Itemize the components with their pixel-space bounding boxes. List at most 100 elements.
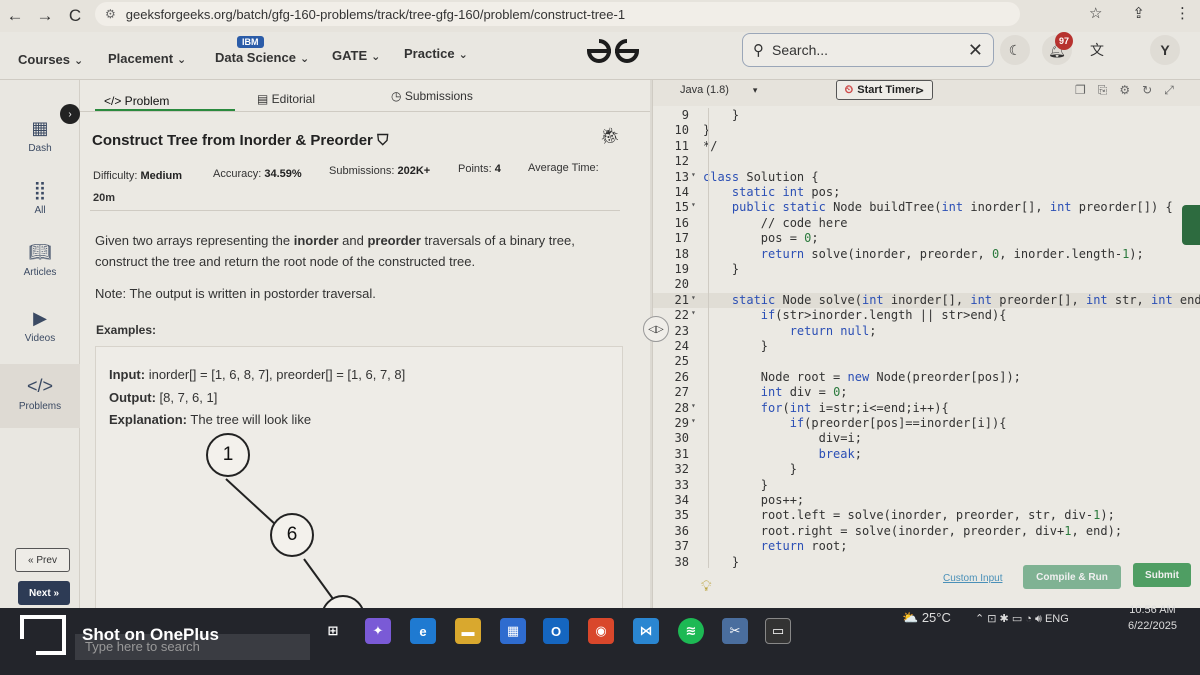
code-line[interactable]: 19 }: [653, 262, 1200, 277]
close-icon[interactable]: ✕: [968, 40, 983, 61]
line-number: 10: [674, 123, 689, 138]
code-line[interactable]: 32 }: [653, 462, 1200, 477]
code-line[interactable]: 20: [653, 277, 1200, 292]
file-explorer-icon[interactable]: ▬: [455, 618, 481, 644]
code-line[interactable]: 29 ▾ if(preorder[pos]==inorder[i]){: [653, 416, 1200, 431]
code-line[interactable]: 16 // code here: [653, 216, 1200, 231]
settings-icon[interactable]: ⚙: [1119, 83, 1130, 98]
fold-toggle-icon[interactable]: ▾: [691, 170, 701, 179]
code-area[interactable]: 9 } 10} 11 */12 13 ▾ class Solution {14 static…: [653, 108, 1200, 569]
search-input[interactable]: ⚲ Search... ✕: [742, 33, 994, 67]
sidebar-item-all[interactable]: ⣿ All: [0, 180, 80, 216]
avatar[interactable]: Y: [1150, 35, 1180, 65]
code-line[interactable]: 34 pos++;: [653, 493, 1200, 508]
code-line[interactable]: 13 ▾ class Solution {: [653, 170, 1200, 185]
outlook-icon[interactable]: O: [543, 618, 569, 644]
code-line[interactable]: 17 pos = 0;: [653, 231, 1200, 246]
bookmark-star-icon[interactable]: ☆: [1089, 4, 1102, 22]
fold-toggle-icon[interactable]: ▾: [691, 293, 701, 302]
fold-toggle-icon[interactable]: ▾: [691, 416, 701, 425]
code-line[interactable]: 30 div=i;: [653, 431, 1200, 446]
code-line[interactable]: 28 ▾ for(int i=str;i<=end;i++){: [653, 401, 1200, 416]
dark-mode-toggle[interactable]: ☾: [1000, 35, 1030, 65]
submit-button[interactable]: Submit: [1133, 563, 1191, 587]
vscode-icon[interactable]: ⋈: [633, 618, 659, 644]
terminal-icon[interactable]: ▭: [765, 618, 791, 644]
sidebar-item-videos[interactable]: ▶ Videos: [0, 308, 80, 344]
menu-practice[interactable]: Practice ⌄: [404, 46, 468, 61]
code-line[interactable]: 11 */: [653, 139, 1200, 154]
translate-button[interactable]: 文: [1082, 35, 1112, 65]
code-line[interactable]: 15 ▾ public static Node buildTree(int ino…: [653, 200, 1200, 215]
weather-widget[interactable]: ⛅ 25°C: [902, 610, 951, 626]
tab-problem[interactable]: </> Problem: [104, 94, 169, 108]
bug-report-icon[interactable]: 🐞︎: [600, 126, 620, 146]
code-line[interactable]: 18 return solve(inorder, preorder, 0, in…: [653, 247, 1200, 262]
reset-icon[interactable]: ↻: [1142, 83, 1152, 98]
lightbulb-icon[interactable]: 💡︎: [701, 578, 712, 595]
tab-submissions[interactable]: ◷ Submissions: [391, 89, 473, 103]
copilot-icon[interactable]: ✦: [365, 618, 391, 644]
code-line[interactable]: 31 break;: [653, 447, 1200, 462]
site-info-icon[interactable]: ⚙: [105, 7, 116, 21]
code-line[interactable]: 22 ▾ if(str>inorder.length || str>end){: [653, 308, 1200, 323]
custom-input-link[interactable]: Custom Input: [943, 573, 1002, 584]
chrome-icon[interactable]: ◉: [588, 618, 614, 644]
spotify-icon[interactable]: ≋: [678, 618, 704, 644]
code-line[interactable]: 23 return null;: [653, 324, 1200, 339]
language-select[interactable]: Java (1.8) ▾: [680, 84, 757, 96]
collapse-sidebar-button[interactable]: ›: [60, 104, 80, 124]
system-tray[interactable]: ⌃ ⊡ ✱ ▭ ◔ 🔊︎ ENG: [975, 612, 1069, 626]
code-line[interactable]: 25: [653, 354, 1200, 369]
edge-browser-icon[interactable]: e: [410, 618, 436, 644]
start-timer-button[interactable]: ⏲ Start Timer ⊳: [836, 80, 933, 100]
code-line[interactable]: 14 static int pos;: [653, 185, 1200, 200]
code-line[interactable]: 26 Node root = new Node(preorder[pos]);: [653, 370, 1200, 385]
store-icon[interactable]: ▦: [500, 618, 526, 644]
back-icon[interactable]: ←: [0, 6, 30, 26]
gfg-logo[interactable]: [585, 37, 641, 73]
code-line[interactable]: 10}: [653, 123, 1200, 138]
url-text: geeksforgeeks.org/batch/gfg-160-problems…: [125, 6, 626, 22]
copy-icon[interactable]: ❐: [1075, 83, 1086, 98]
code-line[interactable]: 24 }: [653, 339, 1200, 354]
side-feedback-tab[interactable]: [1182, 205, 1200, 245]
menu-gate[interactable]: GATE ⌄: [332, 48, 380, 63]
sidebar-item-problems[interactable]: </> Problems: [0, 364, 80, 428]
code-line[interactable]: 35 root.left = solve(inorder, preorder, …: [653, 508, 1200, 523]
forward-icon[interactable]: →: [30, 6, 60, 26]
tab-editorial[interactable]: ▤ Editorial: [257, 92, 315, 106]
extensions-icon[interactable]: ⇪: [1132, 4, 1145, 22]
more-icon[interactable]: ⋮: [1175, 4, 1190, 22]
next-button[interactable]: Next »: [18, 581, 70, 605]
compile-run-button[interactable]: Compile & Run: [1023, 565, 1121, 589]
menu-courses[interactable]: Courses ⌄: [18, 52, 83, 67]
code-line[interactable]: 9 }: [653, 108, 1200, 123]
task-view-icon[interactable]: ⊞: [320, 618, 346, 644]
fold-toggle-icon[interactable]: ▾: [691, 200, 701, 209]
address-bar[interactable]: ⚙ geeksforgeeks.org/batch/gfg-160-proble…: [95, 2, 1020, 26]
prev-button[interactable]: « Prev: [15, 548, 70, 572]
code-line[interactable]: 21 ▾ static Node solve(int inorder[], int…: [653, 292, 1200, 309]
pane-splitter-handle[interactable]: ◁▷: [643, 316, 669, 342]
code-line[interactable]: 37 return root;: [653, 539, 1200, 554]
line-number: 31: [674, 446, 689, 461]
snipping-tool-icon[interactable]: ✂: [722, 618, 748, 644]
file-icon[interactable]: ⎘: [1098, 83, 1108, 98]
system-clock[interactable]: 10:56 AM 6/22/2025: [1128, 602, 1177, 634]
fold-toggle-icon[interactable]: ▾: [691, 308, 701, 317]
problem-tabs: </> Problem ▤ Editorial ◷ Submissions: [80, 80, 650, 112]
difficulty-value: Medium: [140, 170, 183, 182]
menu-data-science[interactable]: Data Science ⌄: [215, 50, 309, 65]
code-line[interactable]: 33 }: [653, 478, 1200, 493]
fullscreen-icon[interactable]: ⤢: [1164, 83, 1174, 98]
fold-toggle-icon[interactable]: ▾: [691, 401, 701, 410]
code-line[interactable]: 27 int div = 0;: [653, 385, 1200, 400]
reload-icon[interactable]: C: [60, 6, 90, 26]
bookmark-icon[interactable]: ⛉: [377, 132, 388, 149]
code-line[interactable]: 12: [653, 154, 1200, 169]
menu-placement[interactable]: Placement ⌄: [108, 51, 186, 66]
code-line[interactable]: 36 root.right = solve(inorder, preorder,…: [653, 524, 1200, 539]
line-number: 26: [674, 369, 689, 384]
sidebar-item-articles[interactable]: 📖︎ Articles: [0, 242, 80, 278]
